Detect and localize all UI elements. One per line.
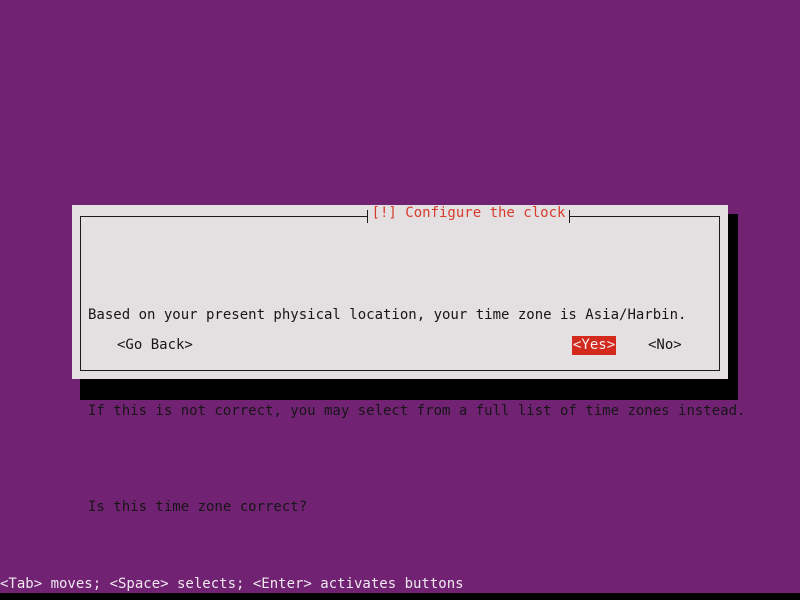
installer-screen: [!] Configure the clock Based on your pr… [0,0,800,600]
dialog-body: Based on your present physical location,… [88,235,746,587]
dialog-button-row: <Go Back> <Yes> <No> [72,336,728,356]
body-line-3: Is this time zone correct? [88,499,308,515]
go-back-button[interactable]: <Go Back> [116,336,194,355]
yes-button[interactable]: <Yes> [572,336,617,355]
body-line-1: Based on your present physical location,… [88,307,687,323]
keyboard-help-bar: <Tab> moves; <Space> selects; <Enter> ac… [0,576,464,592]
dialog-title: [!] Configure the clock [371,205,566,221]
dialog-titlebar: [!] Configure the clock [72,205,728,227]
no-button[interactable]: <No> [647,336,683,355]
title-tick-right-icon [569,210,570,223]
bottom-black-strip [0,593,800,600]
body-line-2: If this is not correct, you may select f… [88,403,746,419]
